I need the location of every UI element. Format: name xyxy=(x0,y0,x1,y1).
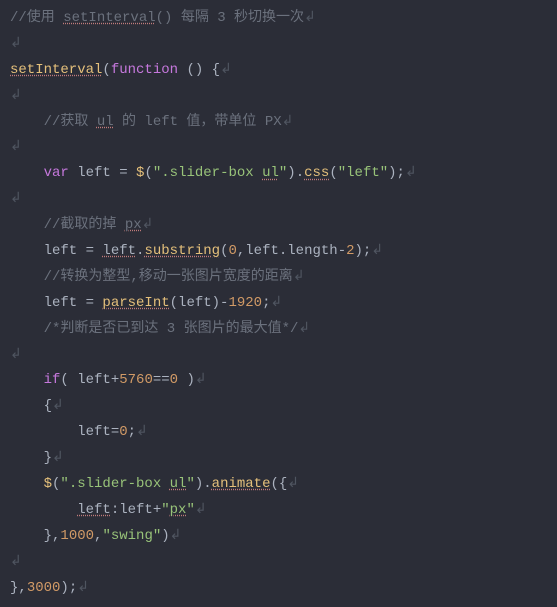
eol-marker: ↲ xyxy=(52,398,64,414)
code-text: ) xyxy=(161,528,169,544)
code-text: ). xyxy=(287,165,304,181)
string: ".slider-box xyxy=(153,165,262,181)
comment: ul xyxy=(97,114,114,130)
number: 0 xyxy=(170,372,178,388)
code-text: }, xyxy=(10,580,27,596)
code-text: :left+ xyxy=(111,502,161,518)
property: left xyxy=(77,502,111,518)
comment: setInterval xyxy=(63,10,155,26)
code-text: }, xyxy=(10,528,60,544)
comment: () 每隔 3 秒切换一次 xyxy=(156,10,304,26)
code-text: ; xyxy=(128,424,136,440)
eol-marker: ↲ xyxy=(77,580,89,596)
code-text: () { xyxy=(178,62,220,78)
function-call: parseInt xyxy=(102,295,169,311)
eol-marker: ↲ xyxy=(195,502,207,518)
string: ul xyxy=(170,476,187,492)
paren: ( xyxy=(144,165,152,181)
eol-marker: ↲ xyxy=(270,295,282,311)
code-text: ). xyxy=(195,476,212,492)
indent xyxy=(10,372,44,388)
eol-marker: ↲ xyxy=(10,347,22,363)
number: 1920 xyxy=(228,295,262,311)
string: " xyxy=(186,502,194,518)
indent: left = xyxy=(10,295,102,311)
function-call: setInterval xyxy=(10,62,102,78)
string: ".slider-box xyxy=(60,476,169,492)
string: "swing" xyxy=(102,528,161,544)
eol-marker: ↲ xyxy=(282,114,294,130)
function-call: $ xyxy=(44,476,52,492)
method-call: css xyxy=(304,165,329,181)
eol-marker: ↲ xyxy=(142,217,154,233)
eol-marker: ↲ xyxy=(10,139,22,155)
eol-marker: ↲ xyxy=(220,62,232,78)
number: 0 xyxy=(228,243,236,259)
indent xyxy=(10,476,44,492)
keyword: function xyxy=(111,62,178,78)
paren: ( xyxy=(102,62,110,78)
string: ul xyxy=(262,165,279,181)
code-text: ) xyxy=(178,372,195,388)
code-text: , xyxy=(94,528,102,544)
keyword: if xyxy=(44,372,61,388)
code-text: ); xyxy=(355,243,372,259)
code-text: ,left.length- xyxy=(237,243,346,259)
code-text: ); xyxy=(388,165,405,181)
identifier: left xyxy=(102,243,136,259)
indent: left = xyxy=(10,243,102,259)
string: "left" xyxy=(338,165,388,181)
method-call: animate xyxy=(212,476,271,492)
eol-marker: ↲ xyxy=(287,476,299,492)
code-text: ( left+ xyxy=(60,372,119,388)
eol-marker: ↲ xyxy=(136,424,148,440)
string: " xyxy=(186,476,194,492)
paren: ( xyxy=(329,165,337,181)
brace: { xyxy=(10,398,52,414)
eol-marker: ↲ xyxy=(10,88,22,104)
number: 3000 xyxy=(27,580,61,596)
string: " xyxy=(161,502,169,518)
eol-marker: ↲ xyxy=(10,36,22,52)
code-editor[interactable]: //使用 setInterval() 每隔 3 秒切换一次↲ ↲ setInte… xyxy=(0,0,557,607)
indent xyxy=(10,502,77,518)
comment: 的 left 值，带单位 PX xyxy=(114,114,282,130)
eol-marker: ↲ xyxy=(195,372,207,388)
eol-marker: ↲ xyxy=(10,554,22,570)
number: 1000 xyxy=(60,528,94,544)
keyword: var xyxy=(44,165,69,181)
string: px xyxy=(170,502,187,518)
eol-marker: ↲ xyxy=(293,269,305,285)
number: 2 xyxy=(346,243,354,259)
eol-marker: ↲ xyxy=(170,528,182,544)
indent xyxy=(10,165,44,181)
comment: //截取的掉 xyxy=(10,217,125,233)
comment: //使用 xyxy=(10,10,63,26)
code-text: ); xyxy=(60,580,77,596)
comment: /*判断是否已到达 3 张图片的最大值*/ xyxy=(10,321,298,337)
eol-marker: ↲ xyxy=(304,10,316,26)
code-text: left= xyxy=(10,424,119,440)
method-call: substring xyxy=(144,243,220,259)
number: 0 xyxy=(119,424,127,440)
comment: //转换为整型,移动一张图片宽度的距离 xyxy=(10,269,293,285)
eol-marker: ↲ xyxy=(10,191,22,207)
eol-marker: ↲ xyxy=(405,165,417,181)
eol-marker: ↲ xyxy=(52,450,64,466)
code-text: ({ xyxy=(270,476,287,492)
number: 5760 xyxy=(119,372,153,388)
comment: px xyxy=(125,217,142,233)
code-text: (left)- xyxy=(170,295,229,311)
eol-marker: ↲ xyxy=(298,321,310,337)
comment: //获取 xyxy=(10,114,97,130)
code-text: left = xyxy=(69,165,136,181)
eol-marker: ↲ xyxy=(371,243,383,259)
code-text: == xyxy=(153,372,170,388)
brace: } xyxy=(10,450,52,466)
